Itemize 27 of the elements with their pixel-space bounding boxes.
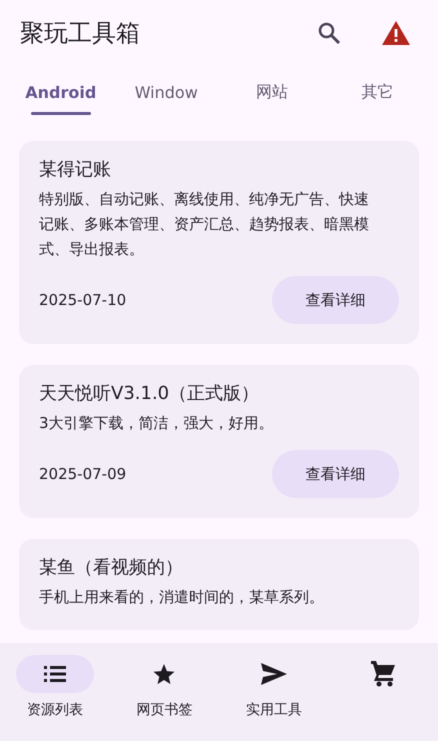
app-title: 聚玩工具箱: [20, 18, 141, 48]
card-title: 某得记账: [39, 158, 112, 181]
cart-icon: [371, 661, 396, 687]
tab[interactable]: 其它: [324, 65, 430, 127]
tab[interactable]: 网站: [219, 65, 324, 127]
card-title: 天天悦听V3.1.0（正式版）: [39, 382, 260, 405]
nav-label: 实用工具: [246, 701, 302, 719]
nav-label: 资源列表: [26, 701, 83, 719]
nav-item[interactable]: 网页书签: [110, 643, 219, 741]
details-button[interactable]: 查看详细: [272, 276, 399, 324]
send-icon: [260, 663, 287, 685]
tab[interactable]: Android: [8, 65, 114, 127]
card-description: 手机上用来看的，消遣时间的，某草系列。: [39, 587, 325, 608]
card-description: 3大引擎下载，简洁，强大，好用。: [39, 413, 275, 434]
nav-item[interactable]: 实用工具: [219, 643, 328, 741]
card-date: 2025-07-10: [39, 291, 126, 309]
tab[interactable]: Window: [114, 65, 219, 127]
star-icon: [152, 662, 176, 686]
warning-icon: [382, 20, 410, 44]
details-button[interactable]: 查看详细: [272, 450, 399, 498]
card-date: 2025-07-09: [39, 465, 126, 483]
card-description: 特别版、自动记账、离线使用、纯净无广告、快速记账、多账本管理、资产汇总、趋势报表、暗黑模式、导出报表。: [39, 189, 370, 260]
search-icon: [318, 22, 340, 44]
card-title: 某鱼（看视频的）: [39, 556, 184, 579]
nav-item[interactable]: 资源列表: [0, 643, 110, 741]
nav-label: 网页书签: [136, 701, 192, 719]
list-icon: [44, 666, 66, 682]
